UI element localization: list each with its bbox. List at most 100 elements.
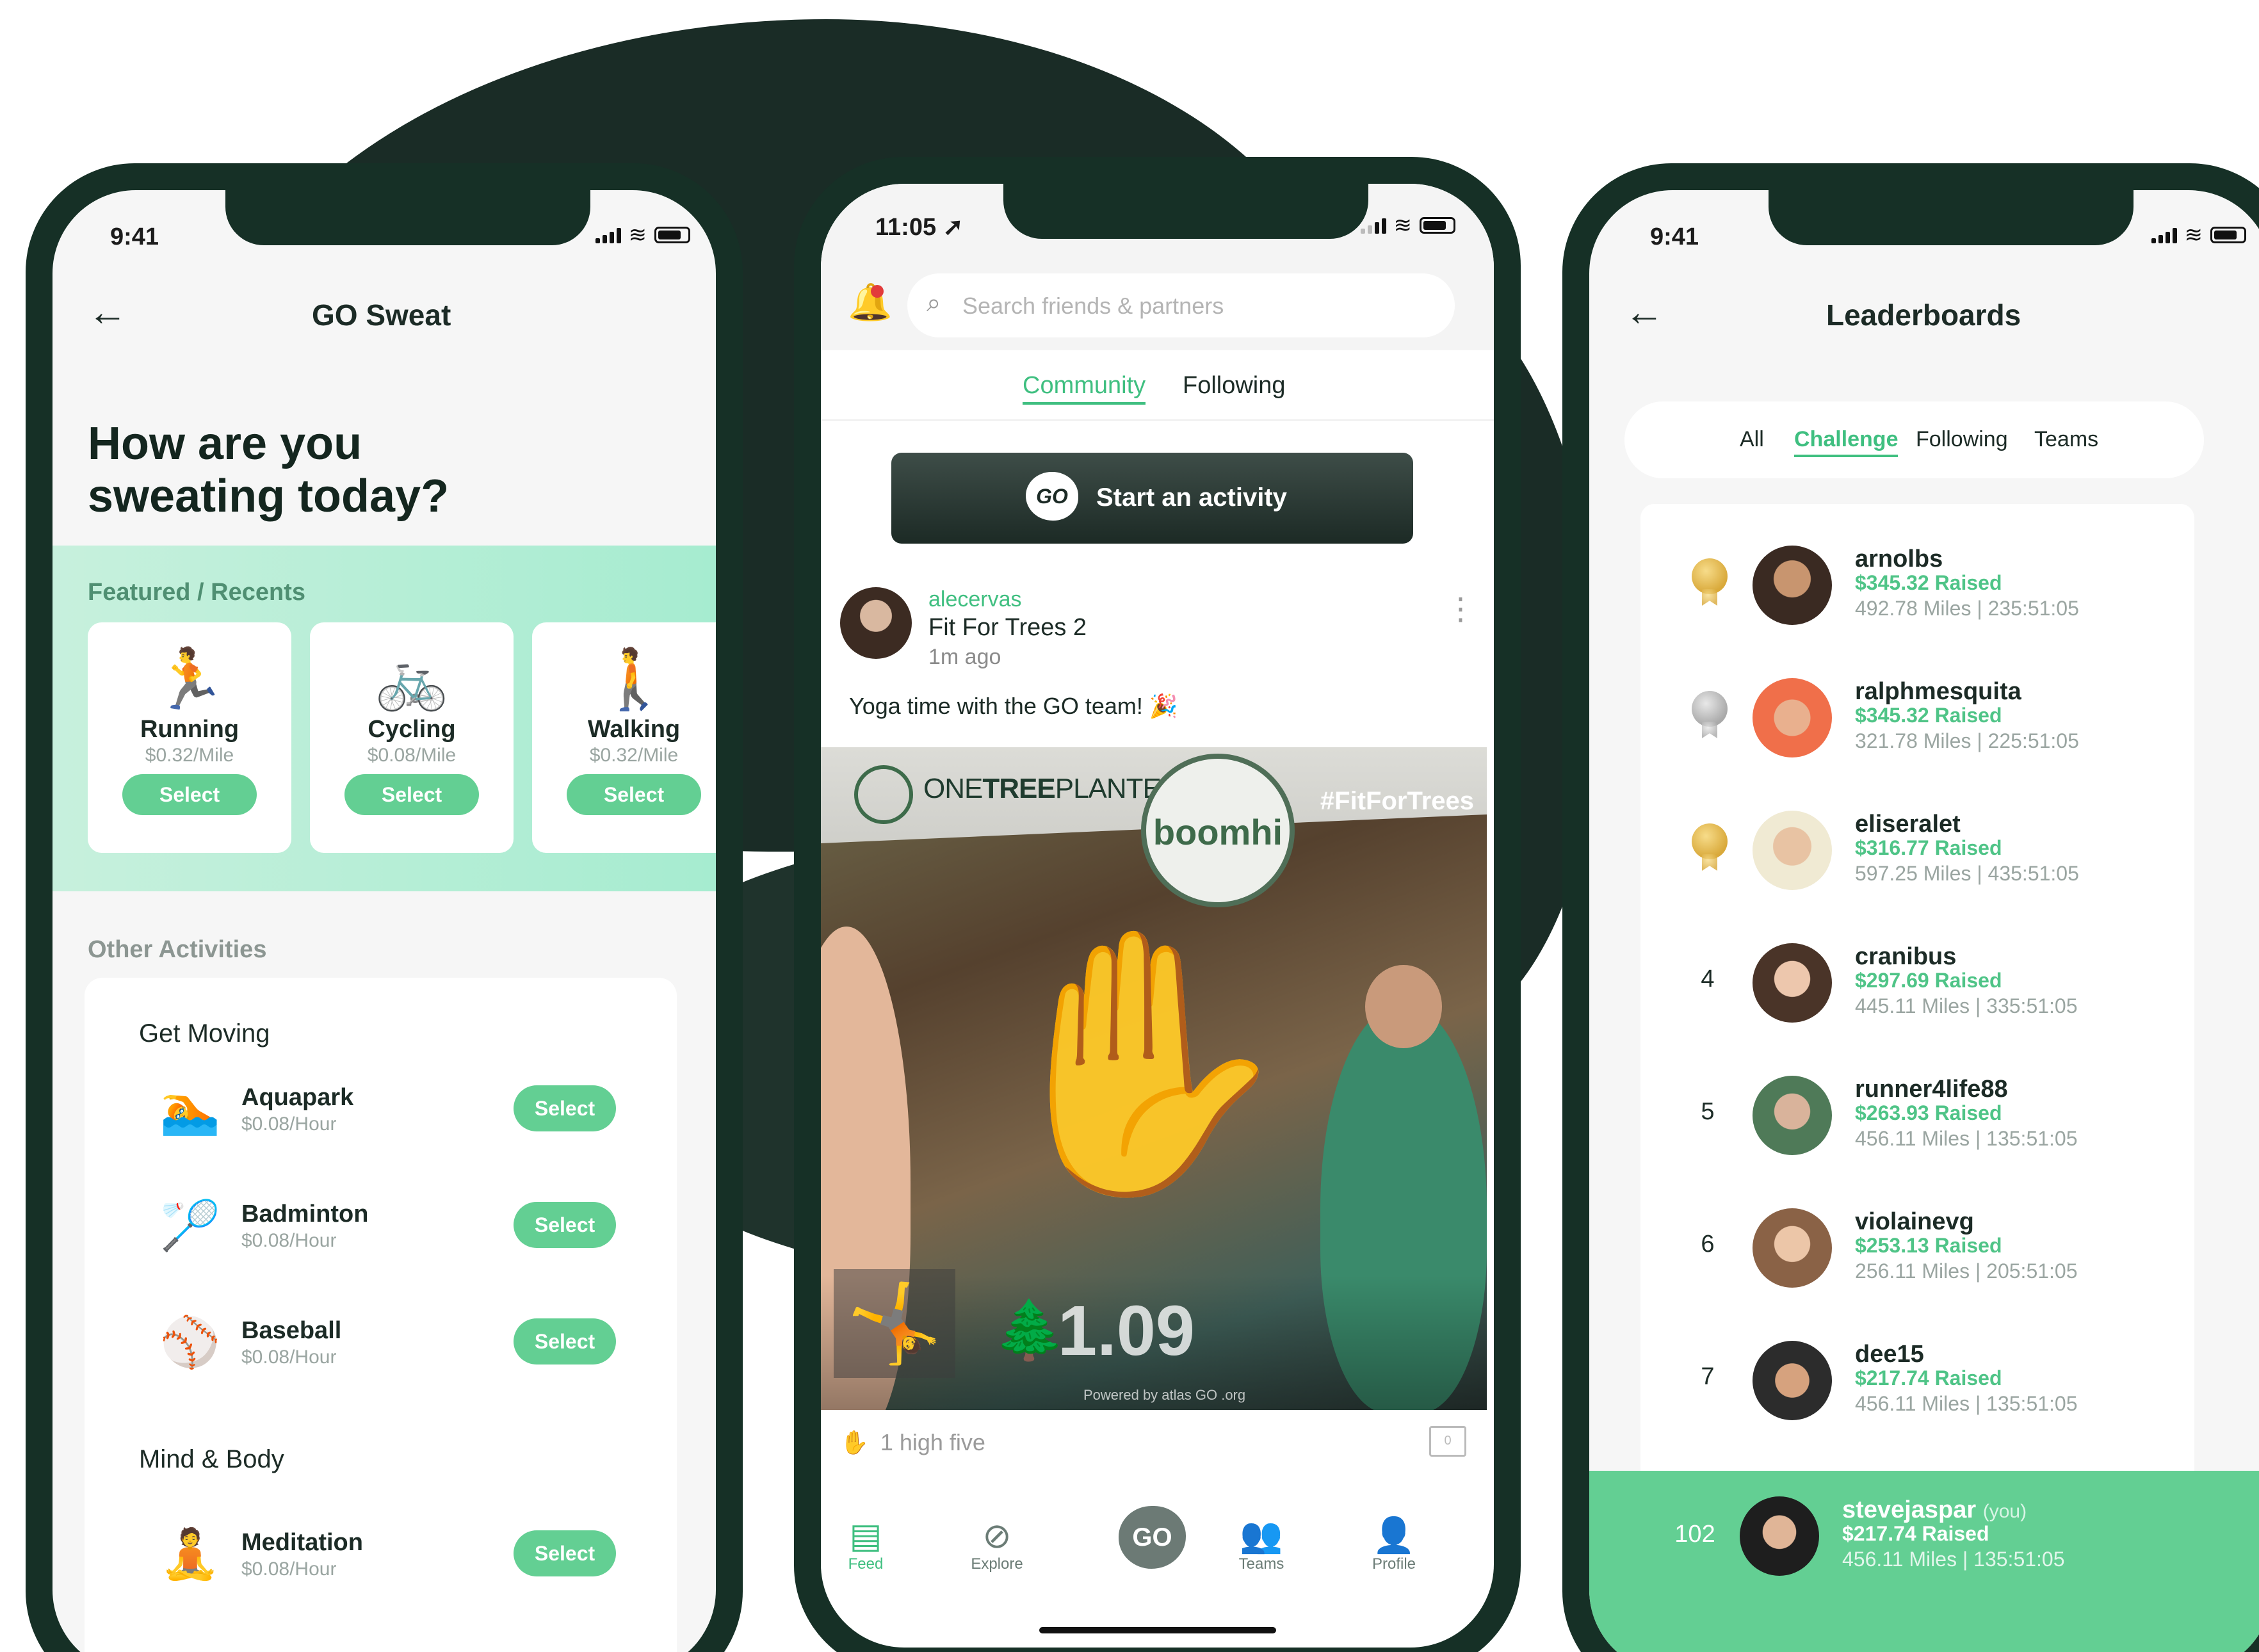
list-item[interactable]: 🏊 Aquapark $0.08/Hour Select xyxy=(158,1080,616,1151)
current-user-row[interactable]: 102 stevejaspar (you) $217.74 Raised 456… xyxy=(1589,1471,2259,1652)
battery-icon xyxy=(654,227,690,243)
select-button[interactable]: Select xyxy=(514,1085,616,1131)
username: eliseralet xyxy=(1855,811,1961,838)
select-button[interactable]: Select xyxy=(122,774,257,815)
badminton-icon: 🏸 xyxy=(159,1199,221,1253)
avatar xyxy=(1753,1076,1832,1155)
list-item[interactable]: 🧘 Meditation $0.08/Hour Select xyxy=(158,1525,616,1596)
table-row[interactable]: ralphmesquita $345.32 Raised 321.78 Mile… xyxy=(1640,665,2194,781)
gold-medal-icon xyxy=(1692,823,1728,859)
select-button[interactable]: Select xyxy=(514,1318,616,1365)
featured-section: Featured / Recents 🏃 Running $0.32/Mile … xyxy=(53,546,716,891)
back-arrow-icon[interactable]: ← xyxy=(88,289,127,335)
table-row[interactable]: 6 violainevg $253.13 Raised 256.11 Miles… xyxy=(1640,1195,2194,1311)
signal-icon xyxy=(595,227,621,243)
feed-tabs: Community Following xyxy=(821,350,1494,421)
avatar xyxy=(1753,943,1832,1023)
tab-feed[interactable]: ▤ Feed xyxy=(821,1516,911,1573)
other-activities-card: Get Moving 🏊 Aquapark $0.08/Hour Select … xyxy=(85,978,677,1652)
wifi-icon: ≋ xyxy=(2184,223,2203,247)
amount-raised: $217.74 Raised xyxy=(1842,1522,1989,1545)
tab-community[interactable]: Community xyxy=(1023,372,1146,405)
tab-teams[interactable]: 👥 Teams xyxy=(1217,1516,1306,1573)
comment-icon[interactable]: 0 xyxy=(1429,1426,1466,1457)
tab-following[interactable]: Following xyxy=(1916,427,2008,452)
table-row[interactable]: eliseralet $316.77 Raised 597.25 Miles |… xyxy=(1640,798,2194,913)
select-button[interactable]: Select xyxy=(567,774,701,815)
post-time: 1m ago xyxy=(928,645,1001,669)
wifi-icon: ≋ xyxy=(1393,213,1413,238)
post-text: Yoga time with the GO team! 🎉 xyxy=(849,693,1178,719)
tab-all[interactable]: All xyxy=(1740,427,1764,452)
tree-icon: 🌲 xyxy=(994,1299,1066,1363)
post-title: Fit For Trees 2 xyxy=(928,614,1087,641)
post-username[interactable]: alecervas xyxy=(928,587,1022,612)
status-time: 9:41 xyxy=(1650,223,1699,250)
post-image: ONETREEPLANTED boomhi #FitForTrees ✋ 🤸 🌲… xyxy=(821,747,1487,1410)
miles-time: 492.78 Miles | 235:51:05 xyxy=(1855,597,2079,620)
table-row[interactable]: 7 dee15 $217.74 Raised 456.11 Miles | 13… xyxy=(1640,1328,2194,1443)
signal-icon xyxy=(2151,227,2177,243)
search-input[interactable]: ⌕ Search friends & partners xyxy=(907,273,1455,337)
tab-teams[interactable]: Teams xyxy=(2034,427,2098,452)
teams-icon: 👥 xyxy=(1240,1516,1283,1555)
rank: 7 xyxy=(1701,1363,1715,1390)
tab-explore[interactable]: ⊘ Explore xyxy=(952,1516,1042,1573)
status-time: 11:05 ➚ xyxy=(875,214,964,241)
distance-value: 1.09 xyxy=(1058,1292,1195,1370)
phone-go-sweat: 9:41 ≋ ← GO Sweat How are you sweating t… xyxy=(26,163,743,1652)
username: stevejaspar (you) xyxy=(1842,1496,2027,1523)
gold-medal-icon xyxy=(1692,558,1728,594)
avatar[interactable] xyxy=(840,587,912,659)
tab-following[interactable]: Following xyxy=(1183,372,1286,400)
activity-card-running[interactable]: 🏃 Running $0.32/Mile Select xyxy=(88,622,291,853)
back-arrow-icon[interactable]: ← xyxy=(1624,289,1664,335)
go-button[interactable]: GO xyxy=(1119,1506,1186,1569)
tab-challenge[interactable]: Challenge xyxy=(1794,427,1899,457)
list-item[interactable]: 🏸 Badminton $0.08/Hour Select xyxy=(158,1197,616,1267)
more-options-icon[interactable]: ⋮ xyxy=(1445,594,1476,625)
search-placeholder: Search friends & partners xyxy=(962,293,1224,319)
select-button[interactable]: Select xyxy=(514,1530,616,1576)
activity-name: Cycling xyxy=(368,716,456,743)
table-row[interactable]: 4 cranibus $297.69 Raised 445.11 Miles |… xyxy=(1640,930,2194,1046)
start-activity-label: Start an activity xyxy=(1096,483,1287,512)
select-button[interactable]: Select xyxy=(344,774,479,815)
rank: 102 xyxy=(1674,1521,1715,1548)
screen: 9:41 ≋ ← Leaderboards All Challenge Foll… xyxy=(1589,190,2259,1652)
swimming-icon: 🏊 xyxy=(159,1082,221,1137)
wifi-icon: ≋ xyxy=(628,223,647,247)
high-five-count[interactable]: ✋ 1 high five xyxy=(840,1429,985,1456)
table-row[interactable]: 5 runner4life88 $263.93 Raised 456.11 Mi… xyxy=(1640,1063,2194,1178)
bell-icon[interactable]: 🔔 xyxy=(848,281,893,323)
running-icon: 🏃 xyxy=(152,647,227,712)
tree-logo-icon xyxy=(854,765,913,824)
activity-card-cycling[interactable]: 🚲 Cycling $0.08/Mile Select xyxy=(310,622,514,853)
avatar xyxy=(1753,1341,1832,1420)
activity-card-walking[interactable]: 🚶 Walking $0.32/Mile Select xyxy=(532,622,716,853)
avatar xyxy=(1753,811,1832,890)
tab-label: Explore xyxy=(971,1555,1023,1573)
miles-time: 597.25 Miles | 435:51:05 xyxy=(1855,862,2079,885)
leaderboard-tabs: All Challenge Following Teams xyxy=(1624,401,2204,478)
username: runner4life88 xyxy=(1855,1076,2008,1103)
select-button[interactable]: Select xyxy=(514,1202,616,1248)
high-five-icon: ✋ xyxy=(981,919,1300,1206)
activity-rate: $0.08/Hour xyxy=(241,1113,337,1135)
start-activity-button[interactable]: GO Start an activity xyxy=(891,453,1413,544)
bottom-tab-bar: ▤ Feed ⊘ Explore GO 👥 Teams 👤 Profile xyxy=(821,1484,1494,1612)
avatar xyxy=(1753,678,1832,757)
partner-logo: boomhi xyxy=(1141,754,1295,907)
battery-icon xyxy=(2210,227,2246,243)
cycling-icon: 🚲 xyxy=(375,647,449,712)
table-row[interactable]: arnolbs $345.32 Raised 492.78 Miles | 23… xyxy=(1640,533,2194,648)
amount-raised: $297.69 Raised xyxy=(1855,969,2002,992)
list-item[interactable]: ⚾ Baseball $0.08/Hour Select xyxy=(158,1313,616,1384)
high-five-label: 1 high five xyxy=(880,1429,985,1455)
notification-dot xyxy=(871,285,884,298)
group-title: Get Moving xyxy=(139,1019,270,1048)
notch xyxy=(225,190,590,245)
miles-time: 456.11 Miles | 135:51:05 xyxy=(1855,1127,2078,1150)
tab-profile[interactable]: 👤 Profile xyxy=(1349,1516,1439,1573)
activity-rate: $0.08/Hour xyxy=(241,1347,337,1368)
